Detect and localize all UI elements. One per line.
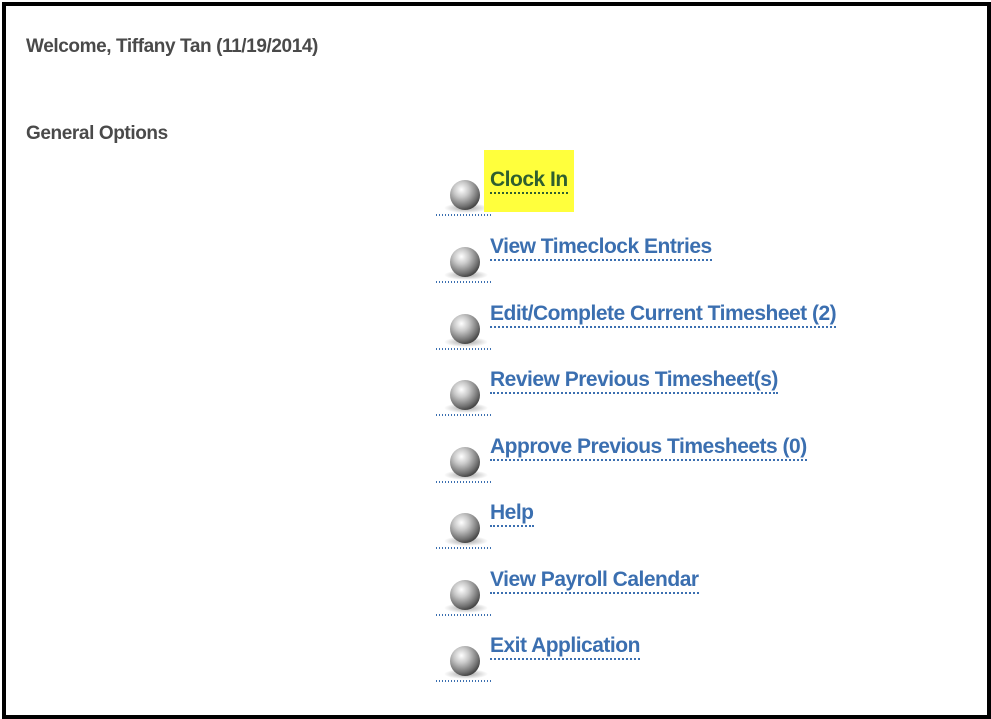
approve-previous-timesheets-link[interactable]: Approve Previous Timesheets (0) — [490, 435, 807, 461]
main-panel: Welcome, Tiffany Tan (11/19/2014) Genera… — [2, 2, 991, 719]
view-timeclock-entries-link[interactable]: View Timeclock Entries — [490, 235, 712, 261]
clock-in-link[interactable]: Clock In — [490, 168, 568, 194]
view-payroll-calendar-link[interactable]: View Payroll Calendar — [490, 568, 699, 594]
menu-item-approve-previous-timesheets[interactable]: Approve Previous Timesheets (0) — [432, 417, 952, 483]
general-options-title: General Options — [26, 123, 168, 144]
review-previous-timesheets-link[interactable]: Review Previous Timesheet(s) — [490, 368, 778, 394]
link-wrap: Review Previous Timesheet(s) — [484, 350, 784, 412]
sphere-bullet-icon — [432, 380, 492, 417]
sphere-bullet-icon — [432, 314, 492, 351]
link-wrap: View Timeclock Entries — [484, 217, 718, 279]
help-link[interactable]: Help — [490, 501, 534, 527]
menu-item-edit-current-timesheet[interactable]: Edit/Complete Current Timesheet (2) — [432, 284, 952, 350]
sphere-bullet-icon — [432, 580, 492, 617]
menu-item-view-payroll-calendar[interactable]: View Payroll Calendar — [432, 550, 952, 616]
link-wrap: Help — [484, 483, 540, 545]
menu-item-help[interactable]: Help — [432, 483, 952, 549]
sphere-bullet-icon — [432, 180, 492, 217]
menu-item-clock-in[interactable]: Clock In — [432, 150, 952, 216]
sphere-bullet-icon — [432, 447, 492, 484]
welcome-message: Welcome, Tiffany Tan (11/19/2014) — [26, 36, 318, 57]
link-wrap: View Payroll Calendar — [484, 550, 705, 612]
sphere-bullet-icon — [432, 247, 492, 284]
sphere-bullet-icon — [432, 513, 492, 550]
menu-item-view-timeclock-entries[interactable]: View Timeclock Entries — [432, 217, 952, 283]
exit-application-link[interactable]: Exit Application — [490, 634, 640, 660]
link-wrap: Edit/Complete Current Timesheet (2) — [484, 284, 842, 346]
sphere-bullet-icon — [432, 646, 492, 683]
menu-item-exit-application[interactable]: Exit Application — [432, 616, 952, 682]
link-wrap: Exit Application — [484, 616, 646, 678]
link-wrap: Approve Previous Timesheets (0) — [484, 417, 813, 479]
menu-item-review-previous-timesheets[interactable]: Review Previous Timesheet(s) — [432, 350, 952, 416]
edit-complete-current-timesheet-link[interactable]: Edit/Complete Current Timesheet (2) — [490, 302, 837, 328]
clock-in-highlight: Clock In — [484, 150, 574, 212]
